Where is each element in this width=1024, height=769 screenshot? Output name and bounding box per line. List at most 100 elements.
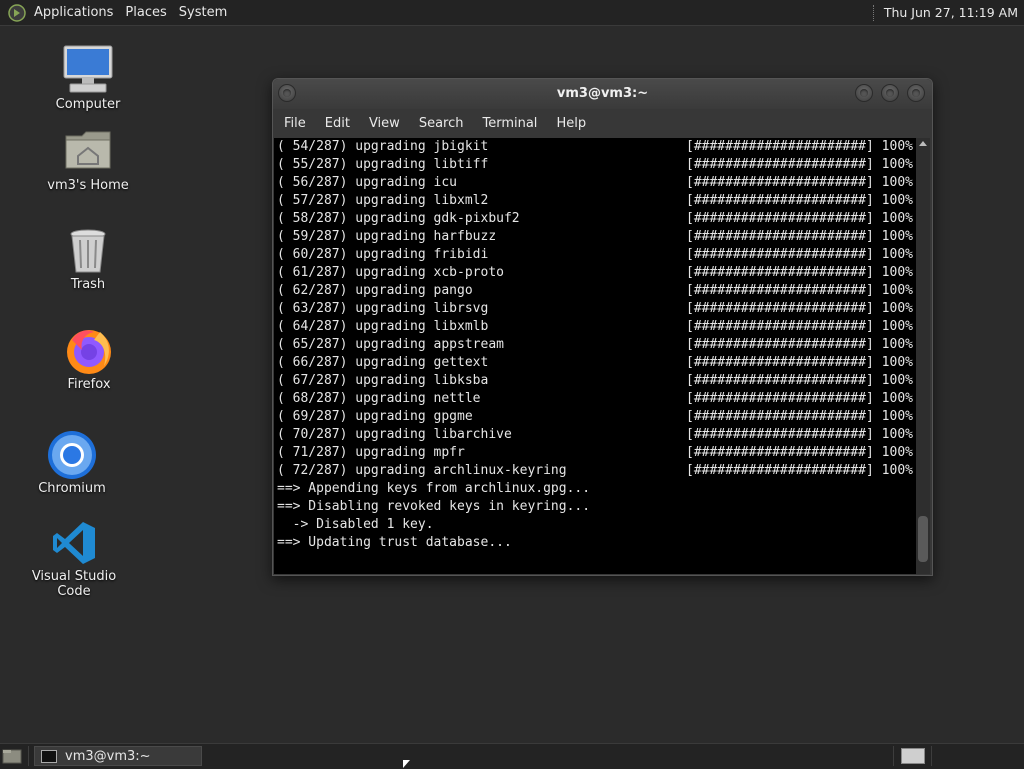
terminal-line-text: ( 63/287) upgrading librsvg xyxy=(277,301,489,316)
progress-bar-text: [######################] 100% xyxy=(686,247,913,262)
system-menu[interactable]: System xyxy=(175,5,235,20)
home-folder-icon xyxy=(65,131,111,169)
desktop-icon-trash[interactable]: Trash xyxy=(28,228,148,296)
menu-search[interactable]: Search xyxy=(408,116,472,131)
menu-help[interactable]: Help xyxy=(545,116,594,131)
top-panel: Applications Places System Thu Jun 27, 1… xyxy=(0,0,1024,26)
workspace-switcher[interactable] xyxy=(901,748,925,764)
menu-edit[interactable]: Edit xyxy=(314,116,358,131)
terminal-line-text: ( 66/287) upgrading gettext xyxy=(277,355,489,370)
panel-separator xyxy=(872,4,876,21)
terminal-line: ( 55/287) upgrading libtiff [############… xyxy=(277,156,913,174)
desktop-icon-computer[interactable]: Computer xyxy=(28,44,148,116)
close-button[interactable] xyxy=(907,84,925,102)
terminal-line: ==> Disabling revoked keys in keyring... xyxy=(277,498,590,516)
terminal-line-text: ( 59/287) upgrading harfbuzz xyxy=(277,229,497,244)
terminal-line: ( 70/287) upgrading libarchive [#########… xyxy=(277,426,913,444)
trash-icon xyxy=(70,229,106,273)
terminal-line: ( 63/287) upgrading librsvg [############… xyxy=(277,300,913,318)
progress-bar-text: [######################] 100% xyxy=(686,139,913,154)
show-desktop-icon[interactable] xyxy=(2,748,22,764)
terminal-line: ( 69/287) upgrading gpgme [##############… xyxy=(277,408,913,426)
places-menu[interactable]: Places xyxy=(121,5,174,20)
terminal-line: ( 57/287) upgrading libxml2 [############… xyxy=(277,192,913,210)
terminal-line-text: ( 67/287) upgrading libksba xyxy=(277,373,489,388)
terminal-line: ( 67/287) upgrading libksba [############… xyxy=(277,372,913,390)
terminal-line: ( 61/287) upgrading xcb-proto [##########… xyxy=(277,264,913,282)
applications-menu[interactable]: Applications xyxy=(30,5,121,20)
firefox-icon xyxy=(67,330,111,374)
panel-separator xyxy=(893,746,894,766)
terminal-line-text: ( 72/287) upgrading archlinux-keyring xyxy=(277,463,567,478)
terminal-line: ( 71/287) upgrading mpfr [###############… xyxy=(277,444,913,462)
progress-bar-text: [######################] 100% xyxy=(686,157,913,172)
progress-bar-text: [######################] 100% xyxy=(686,301,913,316)
desktop-icon-label: Chromium xyxy=(38,481,106,496)
minimize-button[interactable] xyxy=(855,84,873,102)
progress-bar-text: [######################] 100% xyxy=(686,229,913,244)
terminal-line: ( 68/287) upgrading nettle [#############… xyxy=(277,390,913,408)
maximize-button[interactable] xyxy=(881,84,899,102)
computer-icon xyxy=(63,45,113,93)
terminal-line: ( 62/287) upgrading pango [##############… xyxy=(277,282,913,300)
terminal-line: ==> Appending keys from archlinux.gpg... xyxy=(277,480,590,498)
terminal-line-text: ( 70/287) upgrading libarchive xyxy=(277,427,512,442)
progress-bar-text: [######################] 100% xyxy=(686,409,913,424)
terminal-line: ( 56/287) upgrading icu [################… xyxy=(277,174,913,192)
terminal-line-text: ==> Updating trust database... xyxy=(277,535,512,550)
terminal-line: ( 72/287) upgrading archlinux-keyring [##… xyxy=(277,462,913,480)
mate-logo-icon[interactable] xyxy=(8,3,26,22)
terminal-line: ( 66/287) upgrading gettext [############… xyxy=(277,354,913,372)
terminal-line-text: ==> Appending keys from archlinux.gpg... xyxy=(277,481,591,496)
menu-view[interactable]: View xyxy=(358,116,408,131)
progress-bar-text: [######################] 100% xyxy=(686,193,913,208)
menu-terminal[interactable]: Terminal xyxy=(471,116,545,131)
terminal-line-text: ( 56/287) upgrading icu xyxy=(277,175,458,190)
terminal-icon xyxy=(41,749,57,763)
vscode-icon xyxy=(53,522,95,564)
window-titlebar[interactable]: vm3@vm3:~ xyxy=(273,79,932,109)
menu-file[interactable]: File xyxy=(273,116,314,131)
desktop-icon-chromium[interactable]: Chromium xyxy=(12,430,132,498)
progress-bar-text: [######################] 100% xyxy=(686,211,913,226)
terminal-line: ==> Updating trust database... xyxy=(277,534,512,552)
desktop-icon-firefox[interactable]: Firefox xyxy=(29,326,149,396)
terminal-line-text: ( 71/287) upgrading mpfr xyxy=(277,445,465,460)
terminal-line: ( 60/287) upgrading fribidi [############… xyxy=(277,246,913,264)
progress-bar-text: [######################] 100% xyxy=(686,175,913,190)
window-title: vm3@vm3:~ xyxy=(556,86,649,101)
terminal-line: ( 59/287) upgrading harfbuzz [###########… xyxy=(277,228,913,246)
taskbar-item-terminal[interactable]: vm3@vm3:~ xyxy=(34,746,202,766)
scrollbar-thumb[interactable] xyxy=(918,516,928,562)
terminal-line-text: ( 60/287) upgrading fribidi xyxy=(277,247,489,262)
desktop-icon-vscode[interactable]: Visual Studio Code xyxy=(14,520,134,599)
progress-bar-text: [######################] 100% xyxy=(686,265,913,280)
progress-bar-text: [######################] 100% xyxy=(686,319,913,334)
clock[interactable]: Thu Jun 27, 11:19 AM xyxy=(884,5,1024,20)
terminal-output[interactable]: ( 54/287) upgrading jbigkit [############… xyxy=(274,138,916,574)
progress-bar-text: [######################] 100% xyxy=(686,391,913,406)
scroll-up-arrow-icon[interactable] xyxy=(919,141,927,146)
terminal-line-text: -> Disabled 1 key. xyxy=(277,517,434,532)
terminal-line: -> Disabled 1 key. xyxy=(277,516,434,534)
mouse-cursor-icon xyxy=(403,760,410,768)
terminal-line: ( 65/287) upgrading appstream [##########… xyxy=(277,336,913,354)
terminal-line: ( 54/287) upgrading jbigkit [############… xyxy=(277,138,913,156)
panel-separator xyxy=(931,746,932,766)
bottom-panel: vm3@vm3:~ xyxy=(0,743,1024,769)
desktop-icon-home[interactable]: vm3's Home xyxy=(28,128,148,196)
progress-bar-text: [######################] 100% xyxy=(686,427,913,442)
terminal-line-text: ( 69/287) upgrading gpgme xyxy=(277,409,473,424)
terminal-window[interactable]: vm3@vm3:~ File Edit View Search Terminal… xyxy=(272,78,933,576)
desktop-icon-label: Trash xyxy=(70,277,106,292)
terminal-line-text: ( 65/287) upgrading appstream xyxy=(277,337,504,352)
progress-bar-text: [######################] 100% xyxy=(686,283,913,298)
terminal-line: ( 64/287) upgrading libxmlb [############… xyxy=(277,318,913,336)
desktop-icon-label: Computer xyxy=(55,97,121,112)
terminal-scrollbar[interactable] xyxy=(916,138,930,574)
desktop-icon-label: Firefox xyxy=(67,377,111,392)
desktop-icon-label: Visual Studio Code xyxy=(31,569,117,599)
terminal-line-text: ( 57/287) upgrading libxml2 xyxy=(277,193,489,208)
panel-separator xyxy=(28,746,29,766)
progress-bar-text: [######################] 100% xyxy=(686,373,913,388)
